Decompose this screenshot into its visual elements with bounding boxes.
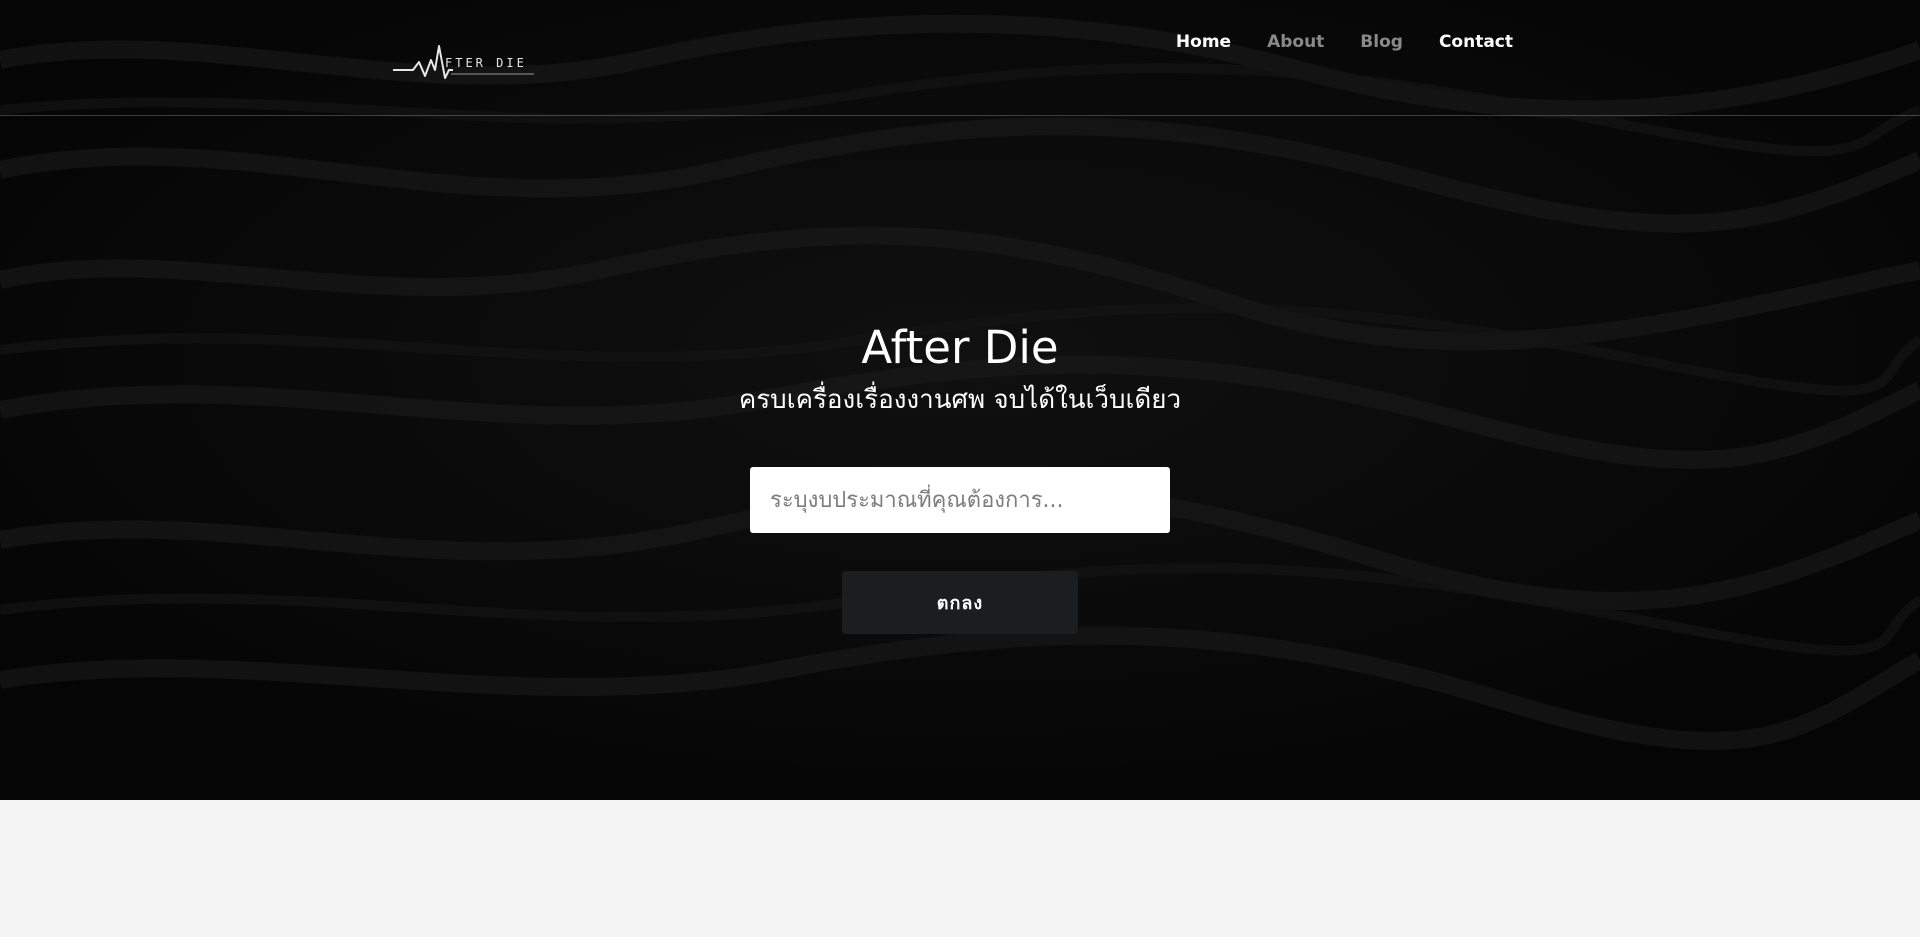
- heartbeat-pulse-icon: FTER DIE: [393, 45, 534, 79]
- hero-content: After Die ครบเครื่องเรื่องงานศพ จบได้ในเ…: [0, 318, 1920, 420]
- hero-title: After Die: [861, 321, 1059, 374]
- hero-subtitle: ครบเครื่องเรื่องงานศพ จบได้ในเว็บเดียว: [738, 385, 1182, 415]
- navbar: FTER DIE Home About Blog Contact: [0, 0, 1920, 116]
- hero-section: FTER DIE Home About Blog Contact After D…: [0, 0, 1920, 800]
- nav-blog-link[interactable]: Blog: [1360, 30, 1403, 54]
- nav-home-link[interactable]: Home: [1176, 30, 1231, 54]
- logo[interactable]: FTER DIE: [391, 42, 536, 84]
- nav-about-link[interactable]: About: [1267, 30, 1324, 54]
- nav-contact-link[interactable]: Contact: [1439, 30, 1513, 54]
- budget-search-input[interactable]: [750, 467, 1170, 533]
- submit-button[interactable]: ตกลง: [842, 571, 1078, 634]
- logo-text: FTER DIE: [445, 56, 527, 70]
- content-section: [0, 800, 1920, 937]
- main-nav: Home About Blog Contact: [1140, 30, 1513, 54]
